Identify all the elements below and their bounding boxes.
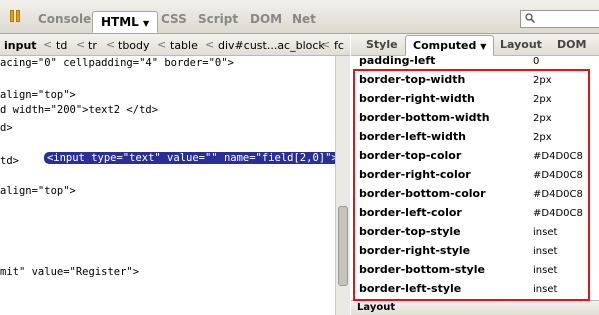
breadcrumb: input < td < tr < tbody < table < div#cu… [0,34,350,56]
property-value: inset [533,284,558,295]
crumb-separator: < [106,38,116,51]
crumb-tbody[interactable]: tbody [118,39,150,52]
crumb-div[interactable]: div#cust...ac_block [218,39,325,52]
property-name: border-top-width [359,73,466,86]
property-name: padding-left [359,56,436,67]
crumb-tr[interactable]: tr [88,39,97,52]
property-name: border-top-style [359,225,461,238]
layout-section-label: Layout [357,302,396,313]
property-name: border-right-color [359,168,471,181]
property-name: border-right-style [359,244,471,257]
property-row: border-bottom-style inset [351,262,599,281]
side-panel: Style Computed ▼ Layout DOM padding-left… [351,34,599,315]
crumb-separator: < [205,38,215,51]
selected-node[interactable]: <input type="text" value="" name="field[… [6,137,335,164]
chevron-down-icon: ▼ [143,19,150,28]
property-row: border-top-color #D4D0C8 [351,148,599,167]
html-panel: input < td < tr < tbody < table < div#cu… [0,34,350,315]
property-row: border-top-width 2px [351,72,599,91]
chevron-down-icon: ▼ [480,42,487,51]
pause-icon[interactable] [8,10,22,24]
tab-computed-label: Computed [413,39,477,52]
property-name: border-right-width [359,92,475,105]
tab-dom-side[interactable]: DOM [557,38,586,51]
property-value: 2px [533,132,552,143]
search-icon [525,13,535,23]
code-line[interactable]: acing="0" cellpadding="4" border="0"> [0,56,234,70]
property-row: border-right-color #D4D0C8 [351,167,599,186]
property-name: border-left-width [359,130,466,143]
property-row: border-bottom-color #D4D0C8 [351,186,599,205]
property-row: border-right-style inset [351,243,599,262]
crumb-input[interactable]: input [4,39,37,52]
tab-dom[interactable]: DOM [250,12,282,26]
property-row: border-top-style inset [351,224,599,243]
property-name: border-bottom-color [359,187,486,200]
side-tabs: Style Computed ▼ Layout DOM [351,34,599,56]
property-row: border-bottom-width 2px [351,110,599,129]
property-value: #D4D0C8 [533,189,583,200]
code-line[interactable]: d> [0,121,13,135]
property-row: border-left-color #D4D0C8 [351,205,599,224]
property-value: 2px [533,75,552,86]
crumb-fc[interactable]: fc [334,39,344,52]
scrollbar-thumb[interactable] [338,206,348,286]
property-value: 2px [533,113,552,124]
crumb-table[interactable]: table [170,39,198,52]
computed-properties: padding-left 0 border-top-width 2px bord… [351,56,599,315]
property-value: inset [533,246,558,257]
layout-section-header[interactable]: Layout [351,300,599,315]
tab-script[interactable]: Script [198,12,238,26]
firebug-toolbar: Console HTML ▼ CSS Script DOM Net [0,0,599,34]
crumb-separator: < [321,38,331,51]
tab-css[interactable]: CSS [161,12,187,26]
property-name: border-bottom-style [359,263,485,276]
code-line[interactable]: mit" value="Register"> [0,265,139,279]
vertical-scrollbar[interactable] [335,56,350,315]
html-source: acing="0" cellpadding="4" border="0"> al… [0,56,335,315]
property-name: border-left-style [359,282,462,295]
code-line[interactable]: d width="200">text2 </td> [0,103,158,117]
property-value: inset [533,227,558,238]
tab-console[interactable]: Console [38,12,91,26]
property-row: border-right-width 2px [351,91,599,110]
property-row: border-left-width 2px [351,129,599,148]
property-value: 0 [533,56,540,67]
property-value: #D4D0C8 [533,170,583,181]
property-name: border-bottom-width [359,111,490,124]
code-line[interactable]: align="top"> [0,184,76,198]
property-row: border-left-style inset [351,281,599,300]
tab-computed[interactable]: Computed ▼ [405,35,495,56]
property-name: border-left-color [359,206,462,219]
tab-style[interactable]: Style [366,38,398,51]
property-name: border-top-color [359,149,462,162]
property-value: inset [533,265,558,276]
tab-html[interactable]: HTML ▼ [92,11,159,33]
tab-layout[interactable]: Layout [500,38,542,51]
selected-input-element[interactable]: <input type="text" value="" name="field[… [43,152,335,164]
property-value: #D4D0C8 [533,151,583,162]
crumb-separator: < [157,38,167,51]
search-input[interactable] [520,10,599,28]
crumb-separator: < [76,38,86,51]
crumb-separator: < [43,38,53,51]
code-line[interactable]: td> [0,154,19,168]
property-row: padding-left 0 [351,56,599,72]
tab-html-label: HTML [101,15,139,29]
property-value: #D4D0C8 [533,208,583,219]
crumb-td[interactable]: td [56,39,67,52]
tab-net[interactable]: Net [292,12,316,26]
property-value: 2px [533,94,552,105]
code-line[interactable]: align="top"> [0,88,76,102]
